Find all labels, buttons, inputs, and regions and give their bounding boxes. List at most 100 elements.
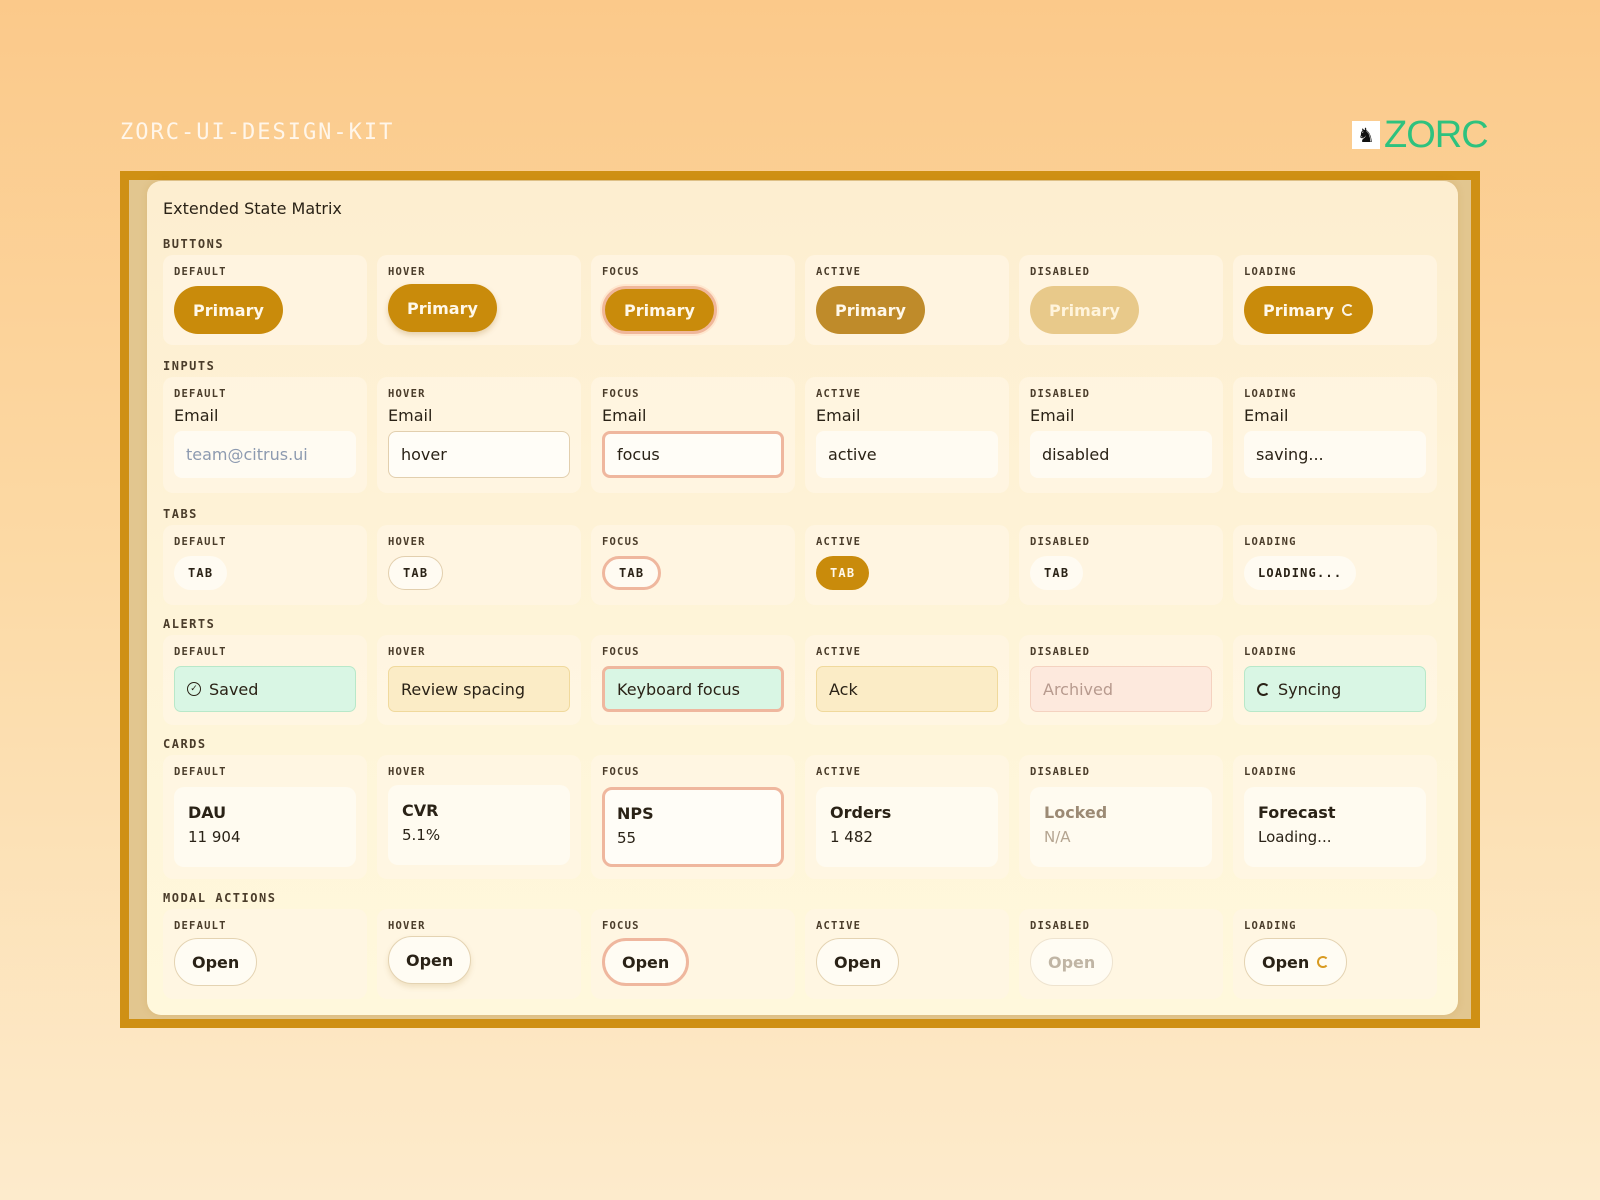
tab-default[interactable]: TAB [174,556,228,590]
section-label-buttons: BUTTONS [163,237,225,251]
alerts-cell-default: DEFAULT ✓ Saved [163,635,367,725]
open-button-disabled: Open [1030,938,1114,986]
alert-focus[interactable]: Keyboard focus [602,666,784,712]
button-label: Primary [193,300,264,320]
email-input-focus[interactable]: focus [602,431,784,478]
tabs-cell-focus: FOCUS TAB [591,525,795,605]
state-label: FOCUS [602,766,640,778]
metric-card-focus[interactable]: NPS 55 [602,787,784,867]
card-value: 55 [617,829,637,847]
state-label: HOVER [388,766,426,778]
tab-focus[interactable]: TAB [602,556,662,590]
state-label: HOVER [388,388,426,400]
state-label: FOCUS [602,388,640,400]
open-button-hover[interactable]: Open [388,936,472,984]
button-label: Primary [1049,300,1120,320]
button-label: Open [1262,952,1310,972]
alert-text: Archived [1043,679,1114,699]
metric-card-loading[interactable]: Forecast Loading... [1244,787,1426,867]
card-title: Orders [830,803,892,822]
state-label: LOADING [1244,920,1297,932]
button-label: Open [834,952,882,972]
open-button-loading[interactable]: Open [1244,938,1348,986]
state-label: HOVER [388,920,426,932]
state-label: FOCUS [602,920,640,932]
card-value: 5.1% [402,826,441,844]
state-label: DISABLED [1030,766,1091,778]
card-value: 1 482 [830,828,873,846]
primary-button-default[interactable]: Primary [174,286,283,334]
card-value: Loading... [1258,828,1332,846]
email-input-default[interactable]: team@citrus.ui [174,431,356,478]
alert-hover[interactable]: Review spacing [388,666,570,712]
brand-logo: ♞ ZORC [1352,116,1489,154]
modal-cell-disabled: DISABLED Open [1019,909,1223,999]
spinner-icon [1341,304,1354,316]
modal-cell-default: DEFAULT Open [163,909,367,999]
primary-button-focus[interactable]: Primary [602,286,717,334]
spinner-icon [1317,956,1330,968]
state-label: HOVER [388,266,426,278]
open-button-focus[interactable]: Open [602,938,690,986]
buttons-cell-disabled: DISABLED Primary [1019,255,1223,345]
modal-cell-focus: FOCUS Open [591,909,795,999]
open-button-active[interactable]: Open [816,938,900,986]
tab-loading[interactable]: LOADING... [1244,556,1357,590]
cards-cell-active: ACTIVE Orders 1 482 [805,755,1009,879]
tabs-cell-disabled: DISABLED TAB [1019,525,1223,605]
primary-button-active[interactable]: Primary [816,286,925,334]
tabs-cell-active: ACTIVE TAB [805,525,1009,605]
state-label: ACTIVE [816,766,862,778]
modal-cell-hover: HOVER Open [377,909,581,999]
state-label: DISABLED [1030,266,1091,278]
metric-card-active[interactable]: Orders 1 482 [816,787,998,867]
email-field-label: Email [1030,406,1075,425]
cards-cell-disabled: DISABLED Locked N/A [1019,755,1223,879]
alert-active[interactable]: Ack [816,666,998,712]
section-label-alerts: ALERTS [163,617,216,631]
alerts-cell-hover: HOVER Review spacing [377,635,581,725]
metric-card-default[interactable]: DAU 11 904 [174,787,356,867]
email-input-active[interactable]: active [816,431,998,478]
section-label-cards: CARDS [163,737,207,751]
open-button-default[interactable]: Open [174,938,258,986]
metric-card-hover[interactable]: CVR 5.1% [388,785,570,865]
primary-button-loading[interactable]: Primary [1244,286,1373,334]
state-label: DEFAULT [174,388,227,400]
primary-button-hover[interactable]: Primary [388,284,497,332]
alert-text: Ack [829,679,858,699]
cards-cell-hover: HOVER CVR 5.1% [377,755,581,879]
wolf-logo-icon: ♞ [1352,121,1380,149]
state-matrix-panel: Extended State Matrix BUTTONS DEFAULT Pr… [147,181,1458,1015]
kit-title: ZORC-UI-DESIGN-KIT [120,120,395,145]
state-label: DISABLED [1030,920,1091,932]
state-label: ACTIVE [816,920,862,932]
state-label: DEFAULT [174,536,227,548]
email-input-disabled: disabled [1030,431,1212,478]
email-field-label: Email [602,406,647,425]
state-label: DISABLED [1030,388,1091,400]
alerts-cell-loading: LOADING Syncing [1233,635,1437,725]
email-input-loading[interactable]: saving... [1244,431,1426,478]
tab-hover[interactable]: TAB [388,556,444,590]
panel-title: Extended State Matrix [163,199,342,218]
check-circle-icon: ✓ [187,682,201,696]
alerts-row: DEFAULT ✓ Saved HOVER Review spacing FOCU… [163,635,1437,725]
modal-cell-active: ACTIVE Open [805,909,1009,999]
state-label: DISABLED [1030,646,1091,658]
state-label: HOVER [388,646,426,658]
email-field-label: Email [1244,406,1289,425]
state-label: LOADING [1244,536,1297,548]
state-label: DEFAULT [174,646,227,658]
card-title: Locked [1044,803,1108,822]
section-label-inputs: INPUTS [163,359,216,373]
sync-spinner-icon [1257,682,1270,696]
email-input-hover[interactable]: hover [388,431,570,478]
buttons-cell-focus: FOCUS Primary [591,255,795,345]
button-label: Open [406,950,454,970]
tab-active[interactable]: TAB [816,556,870,590]
state-label: DEFAULT [174,266,227,278]
button-label: Primary [835,300,906,320]
buttons-cell-hover: HOVER Primary [377,255,581,345]
state-label: LOADING [1244,646,1297,658]
